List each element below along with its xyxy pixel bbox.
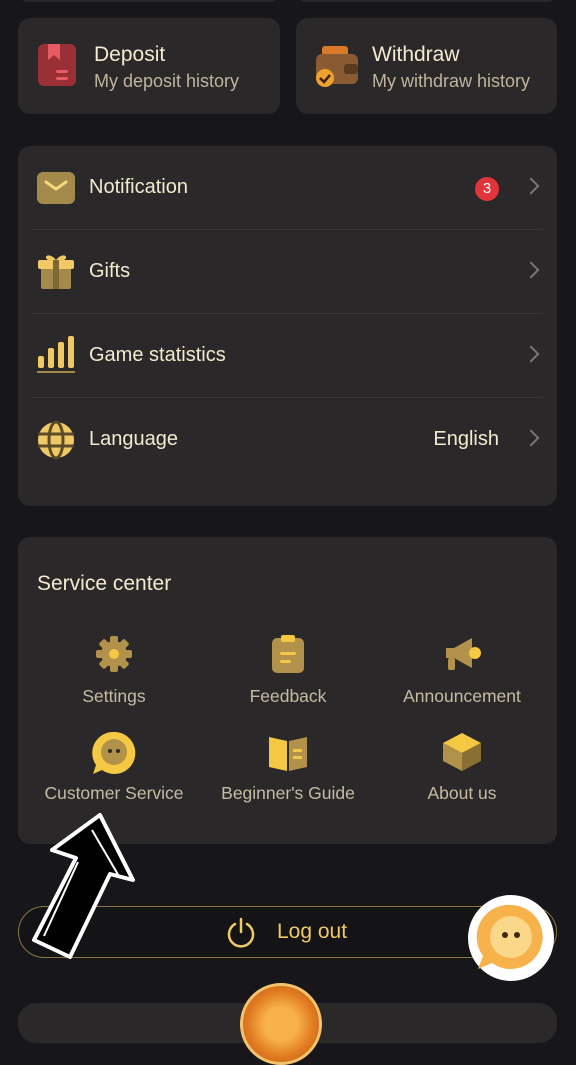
deposit-card[interactable]: Deposit My deposit history [18, 18, 280, 114]
bar-chart-icon [37, 336, 75, 373]
megaphone-icon [446, 638, 481, 670]
game-statistics-label: Game statistics [89, 344, 226, 366]
notification-badge: 3 [475, 177, 499, 201]
service-center-card: Service center Settings Feedback Announc… [18, 537, 557, 844]
beginners-guide-label: Beginner's Guide [221, 783, 355, 803]
chevron-right-icon [522, 345, 540, 363]
withdraw-title: Withdraw [372, 43, 460, 66]
service-customer-service[interactable]: Customer Service [27, 729, 201, 804]
previous-card-edge [296, 0, 557, 2]
announcement-label: Announcement [403, 686, 521, 706]
menu-item-gifts[interactable]: Gifts [18, 230, 557, 314]
service-beginners-guide[interactable]: Beginner's Guide [201, 731, 375, 804]
menu-card: Notification 3 Gifts Game statistics Lan… [18, 146, 557, 506]
feedback-label: Feedback [249, 686, 327, 706]
settings-label: Settings [82, 686, 146, 706]
envelope-icon [37, 172, 75, 204]
about-us-label: About us [427, 783, 497, 803]
globe-icon [38, 420, 74, 460]
customer-service-label: Customer Service [44, 783, 184, 803]
notification-label: Notification [89, 176, 188, 198]
deposit-subtitle: My deposit history [94, 71, 240, 91]
language-value: English [433, 428, 499, 450]
service-feedback[interactable]: Feedback [201, 634, 375, 707]
service-about-us[interactable]: About us [375, 731, 549, 804]
logout-label: Log out [277, 920, 348, 943]
pointer-arrow-annotation [32, 813, 135, 959]
menu-item-language[interactable]: Language English [18, 398, 557, 482]
chevron-right-icon [522, 429, 540, 447]
deposit-book-icon [38, 44, 76, 86]
gifts-label: Gifts [89, 260, 131, 282]
floating-support-button[interactable] [468, 895, 554, 981]
service-announcement[interactable]: Announcement [375, 634, 549, 707]
chevron-right-icon [522, 177, 540, 195]
chevron-right-icon [522, 261, 540, 279]
gift-icon [38, 255, 74, 289]
previous-card-edge [18, 0, 280, 2]
chat-bubble-icon [92, 731, 136, 774]
book-icon [269, 737, 307, 771]
gear-icon [96, 636, 132, 672]
service-settings[interactable]: Settings [27, 634, 201, 707]
deposit-title: Deposit [94, 43, 166, 66]
clipboard-icon [272, 635, 304, 673]
menu-item-game-statistics[interactable]: Game statistics [18, 314, 557, 398]
withdraw-subtitle: My withdraw history [372, 71, 531, 91]
power-icon [227, 917, 255, 948]
cube-icon [443, 733, 481, 771]
service-center-title: Service center [37, 572, 172, 595]
language-label: Language [89, 428, 178, 450]
support-chat-icon [476, 904, 543, 969]
menu-item-notification[interactable]: Notification 3 [18, 146, 557, 230]
lucky-wheel-icon[interactable] [240, 983, 322, 1065]
withdraw-card[interactable]: Withdraw My withdraw history [296, 18, 557, 114]
wallet-icon [316, 46, 358, 87]
